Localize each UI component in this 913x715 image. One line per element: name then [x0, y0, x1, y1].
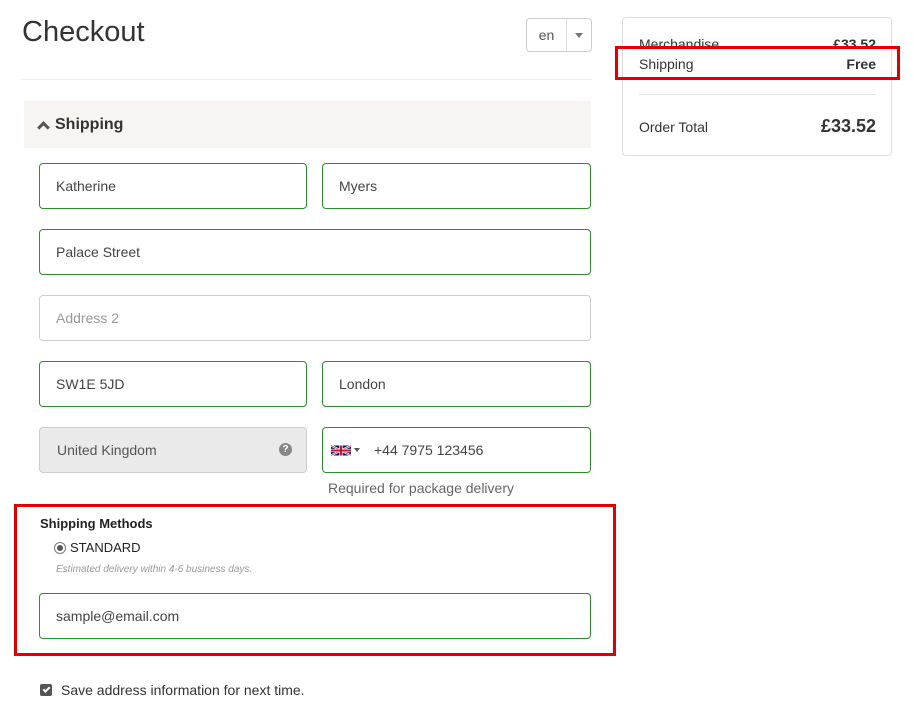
email-field[interactable]: sample@email.com	[39, 593, 591, 639]
city-value: London	[339, 376, 386, 392]
address1-field[interactable]: Palace Street	[39, 229, 591, 275]
address2-field[interactable]	[39, 295, 591, 341]
shipping-row-highlight	[615, 46, 900, 80]
shipping-section-header[interactable]: Shipping	[24, 101, 591, 148]
order-summary: Merchandise £33.52 Shipping Free Order T…	[622, 17, 892, 156]
order-total-row: Order Total £33.52	[639, 116, 876, 137]
language-select[interactable]: en	[526, 18, 592, 52]
save-address-label: Save address information for next time.	[61, 682, 305, 698]
first-name-field[interactable]: Katherine	[39, 163, 307, 209]
city-field[interactable]: London	[322, 361, 591, 407]
email-value: sample@email.com	[56, 608, 180, 624]
postcode-value: SW1E 5JD	[56, 376, 125, 392]
question-circle-icon[interactable]: ?	[279, 443, 292, 456]
phone-value: +44 7975 123456	[374, 442, 484, 458]
summary-divider	[639, 94, 876, 95]
phone-hint: Required for package delivery	[328, 480, 514, 496]
last-name-value: Myers	[339, 178, 378, 194]
title-divider	[22, 79, 592, 80]
shipping-section-label: Shipping	[55, 115, 124, 133]
order-total-label: Order Total	[639, 118, 708, 135]
country-field: United Kingdom ?	[39, 427, 307, 473]
shipping-methods-title: Shipping Methods	[40, 516, 153, 531]
last-name-field[interactable]: Myers	[322, 163, 591, 209]
address2-input[interactable]	[56, 296, 590, 340]
first-name-value: Katherine	[56, 178, 116, 194]
save-address-option[interactable]: Save address information for next time.	[40, 682, 305, 698]
phone-field[interactable]: +44 7975 123456	[322, 427, 591, 473]
shipping-method-label: STANDARD	[70, 540, 141, 555]
postcode-field[interactable]: SW1E 5JD	[39, 361, 307, 407]
address1-value: Palace Street	[56, 244, 141, 260]
order-total-value: £33.52	[820, 116, 876, 136]
radio-selected-icon[interactable]	[54, 541, 66, 554]
country-code-dropdown[interactable]	[331, 444, 360, 457]
language-value: en	[527, 19, 567, 51]
page-title: Checkout	[22, 16, 145, 48]
checkbox-checked-icon[interactable]	[40, 684, 52, 696]
uk-flag-icon	[331, 444, 351, 456]
country-value: United Kingdom	[57, 442, 157, 458]
delivery-note: Estimated delivery within 4-6 business d…	[56, 564, 253, 575]
shipping-method-option[interactable]: STANDARD	[54, 540, 141, 555]
caret-down-icon	[354, 448, 360, 452]
caret-down-icon[interactable]	[567, 19, 591, 51]
chevron-up-icon	[37, 120, 50, 134]
